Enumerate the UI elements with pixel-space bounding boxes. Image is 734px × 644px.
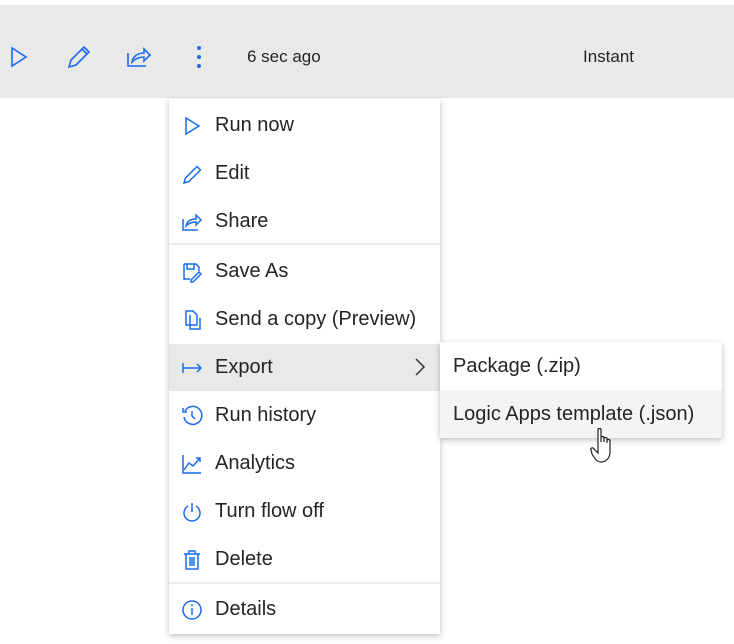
more-vertical-icon: [197, 46, 201, 68]
menu-item-label: Share: [215, 210, 269, 232]
export-arrow-icon: [181, 357, 203, 379]
menu-item-label: Edit: [215, 162, 250, 184]
menu-item-send-a-copy-preview[interactable]: Send a copy (Preview): [169, 296, 440, 343]
play-icon: [11, 46, 28, 68]
menu-item-label: Turn flow off: [215, 500, 324, 522]
menu-item-label: Save As: [215, 260, 289, 282]
menu-item-label: Details: [215, 598, 277, 620]
edit-button[interactable]: [65, 43, 93, 71]
menu-item-label: Run now: [215, 114, 294, 136]
menu-divider: [169, 243, 440, 245]
chevron-right-icon: [415, 358, 426, 376]
menu-item-delete[interactable]: Delete: [169, 536, 440, 583]
flow-context-menu: Run now Edit Share Save As Send a copy (Prev…: [169, 99, 440, 634]
menu-item-label: Run history: [215, 404, 317, 426]
play-icon: [181, 115, 203, 137]
trigger-type: Instant: [583, 47, 635, 66]
share-icon: [181, 211, 203, 233]
menu-item-share[interactable]: Share: [169, 198, 440, 245]
save-as-icon: [181, 261, 203, 283]
share-button[interactable]: [125, 43, 153, 71]
menu-item-label: Delete: [215, 548, 273, 570]
run-button[interactable]: [5, 43, 33, 71]
history-icon: [181, 405, 203, 427]
pencil-icon: [181, 163, 203, 185]
menu-item-export[interactable]: Export: [169, 344, 440, 391]
menu-divider: [169, 582, 440, 584]
menu-item-label: Analytics: [215, 452, 296, 474]
menu-item-label: Export: [215, 356, 273, 378]
menu-item-turn-flow-off[interactable]: Turn flow off: [169, 488, 440, 535]
submenu-item-label: Package (.zip): [453, 354, 581, 377]
menu-item-label: Send a copy (Preview): [215, 308, 417, 330]
menu-item-save-as[interactable]: Save As: [169, 248, 440, 295]
flow-toolbar: 6 sec ago Instant: [0, 5, 734, 98]
copy-icon: [181, 309, 203, 331]
share-icon: [127, 47, 152, 67]
hand-cursor-icon: [590, 428, 611, 463]
menu-item-run-history[interactable]: Run history: [169, 392, 440, 439]
more-options-button[interactable]: [185, 43, 213, 71]
export-submenu: Package (.zip) Logic Apps template (.json…: [440, 342, 722, 438]
export-package-zip[interactable]: Package (.zip): [440, 342, 722, 390]
export-logic-apps-template[interactable]: Logic Apps template (.json): [440, 390, 722, 438]
menu-item-analytics[interactable]: Analytics: [169, 440, 440, 487]
submenu-item-label: Logic Apps template (.json): [453, 402, 695, 425]
chart-icon: [181, 453, 203, 475]
menu-item-details[interactable]: Details: [169, 586, 440, 633]
last-run-time: 6 sec ago: [247, 47, 321, 66]
power-icon: [181, 501, 203, 523]
menu-item-edit[interactable]: Edit: [169, 150, 440, 197]
info-icon: [181, 599, 203, 621]
pencil-icon: [67, 45, 91, 69]
trash-icon: [181, 549, 203, 571]
menu-item-run-now[interactable]: Run now: [169, 102, 440, 149]
